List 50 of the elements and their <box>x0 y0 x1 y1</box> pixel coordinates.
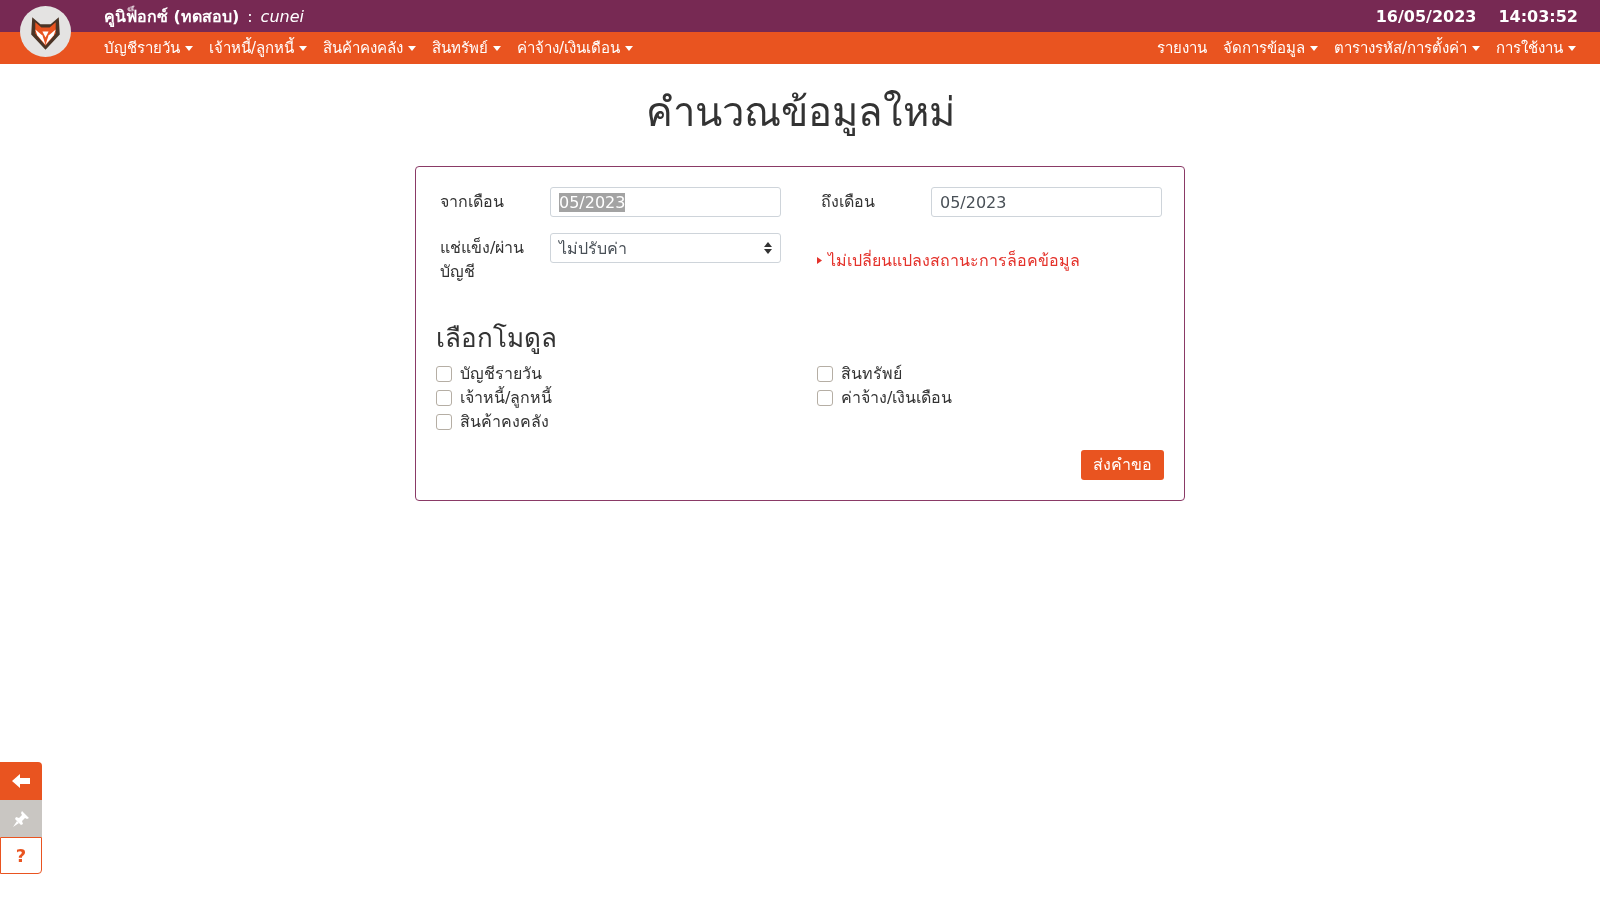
checkbox[interactable] <box>817 389 833 406</box>
caret-down-icon <box>299 45 308 51</box>
nav-menu-item[interactable]: บัญชีรายวัน <box>96 32 201 64</box>
freeze-select[interactable]: ไม่ปรับค่า <box>550 233 781 263</box>
nav-menu-item[interactable]: เจ้าหนี้/ลูกหนี้ <box>201 32 316 64</box>
caret-down-icon <box>1309 45 1318 51</box>
nav-menu-item[interactable]: จัดการข้อมูล <box>1214 32 1326 64</box>
checkbox[interactable] <box>436 389 452 406</box>
fox-logo[interactable] <box>20 6 71 57</box>
title-separator: : <box>247 6 253 26</box>
checkbox-label: บัญชีรายวัน <box>460 363 542 386</box>
help-button[interactable]: ? <box>0 837 42 874</box>
field-label: จากเดือน <box>439 191 505 213</box>
back-button[interactable] <box>0 762 42 800</box>
nav-menu-item[interactable]: สินทรัพย์ <box>424 32 510 64</box>
month-input[interactable]: 05/2023 <box>931 187 1162 217</box>
arrow-left-icon <box>12 774 30 788</box>
nav-menu-item[interactable]: การใช้งาน <box>1488 32 1584 64</box>
field-label: แช่แข็ง/ผ่านบัญชี <box>439 236 526 283</box>
field-label: ถึงเดือน <box>820 191 876 213</box>
pin-button[interactable] <box>0 800 42 837</box>
checkbox[interactable] <box>436 365 452 382</box>
app-title: คูนิฟ็อกซ์ (ทดสอบ) <box>104 4 240 29</box>
checkbox-label: เจ้าหนี้/ลูกหนี้ <box>460 385 553 410</box>
sort-caret-icon <box>764 242 772 254</box>
caret-right-icon <box>817 256 822 264</box>
caret-down-icon <box>625 45 634 51</box>
current-time: 14:03:52 <box>1498 6 1578 26</box>
nav-menu-item[interactable]: รายงาน <box>1148 32 1215 64</box>
month-input[interactable]: 05/2023 <box>550 187 781 217</box>
page-title: คำนวณข้อมูลใหม่ <box>645 88 955 136</box>
submit-button[interactable]: ส่งคำขอ <box>1081 449 1164 480</box>
current-date: 16/05/2023 <box>1375 6 1477 26</box>
modules-heading: เลือกโมดูล <box>436 322 558 356</box>
user-name: cunei <box>260 6 304 26</box>
caret-down-icon <box>185 45 193 51</box>
warning-note: ไม่เปลี่ยนแปลงสถานะการล็อคข้อมูล <box>828 249 1080 273</box>
nav-menu-item[interactable]: ค่าจ้าง/เงินเดือน <box>509 32 642 64</box>
nav-menu-item[interactable]: สินค้าคงคลัง <box>315 32 425 64</box>
checkbox-label: สินค้าคงคลัง <box>460 411 549 434</box>
checkbox[interactable] <box>436 413 452 430</box>
checkbox-label: ค่าจ้าง/เงินเดือน <box>841 387 953 410</box>
caret-down-icon <box>1472 45 1480 51</box>
checkbox[interactable] <box>817 365 833 382</box>
checkbox-label: สินทรัพย์ <box>841 363 902 386</box>
caret-down-icon <box>1568 45 1576 51</box>
caret-down-icon <box>408 45 417 51</box>
caret-down-icon <box>493 45 502 51</box>
nav-menu-item[interactable]: ตารางรหัส/การตั้งค่า <box>1325 32 1488 64</box>
pin-icon <box>13 810 29 827</box>
